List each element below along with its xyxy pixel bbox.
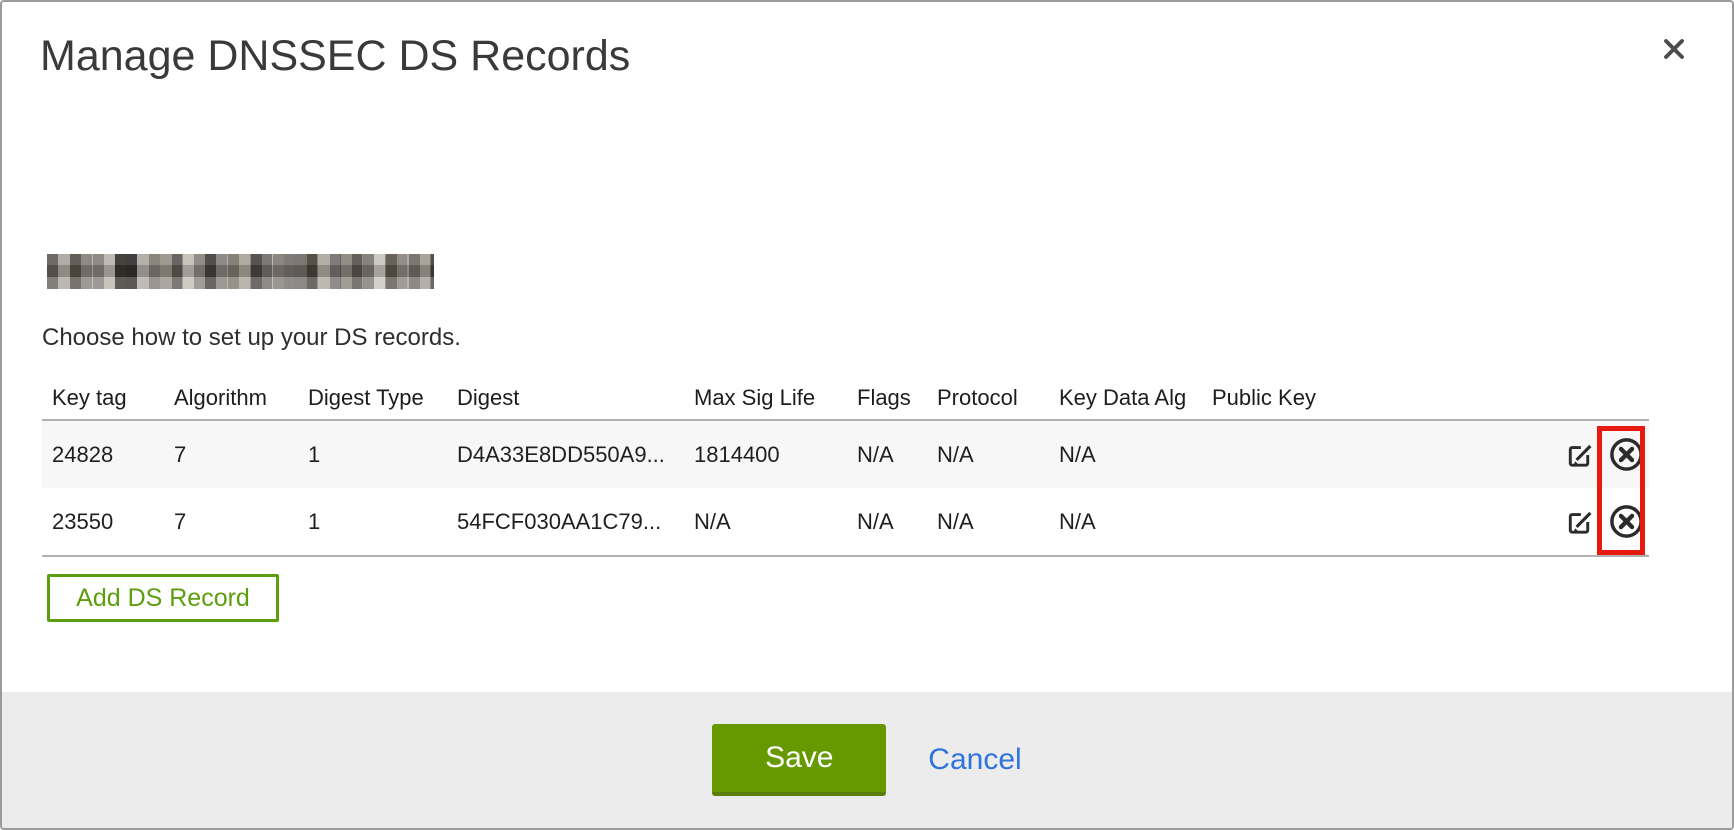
cell-key-tag: 23550 [42, 488, 164, 556]
cell-key-data-alg: N/A [1049, 488, 1202, 556]
col-key-data-alg: Key Data Alg [1049, 370, 1202, 420]
table-row: 24828 7 1 D4A33E8DD550A9... 1814400 N/A … [42, 420, 1649, 488]
cell-protocol: N/A [927, 420, 1049, 488]
cancel-link[interactable]: Cancel [928, 743, 1021, 777]
table-header-row: Key tag Algorithm Digest Type Digest Max… [42, 370, 1649, 420]
cell-algorithm: 7 [164, 420, 298, 488]
save-button[interactable]: Save [712, 724, 886, 796]
col-public-key: Public Key [1202, 370, 1472, 420]
edit-icon[interactable] [1564, 506, 1595, 537]
cell-protocol: N/A [927, 488, 1049, 556]
cell-max-sig-life: 1814400 [684, 420, 847, 488]
modal-footer: Save Cancel [2, 692, 1732, 828]
subtitle: Choose how to set up your DS records. [42, 324, 461, 352]
cell-flags: N/A [847, 420, 927, 488]
redacted-domain-name [47, 254, 434, 289]
cell-digest-type: 1 [298, 488, 447, 556]
col-digest: Digest [447, 370, 684, 420]
col-flags: Flags [847, 370, 927, 420]
cell-digest: 54FCF030AA1C79... [447, 488, 684, 556]
delete-x-circle-icon[interactable] [1608, 436, 1645, 473]
cell-digest: D4A33E8DD550A9... [447, 420, 684, 488]
table-row: 23550 7 1 54FCF030AA1C79... N/A N/A N/A … [42, 488, 1649, 556]
cell-digest-type: 1 [298, 420, 447, 488]
col-digest-type: Digest Type [298, 370, 447, 420]
add-ds-record-button[interactable]: Add DS Record [47, 574, 279, 622]
cell-max-sig-life: N/A [684, 488, 847, 556]
close-icon[interactable] [1654, 29, 1694, 69]
col-actions [1472, 370, 1649, 420]
cell-actions [1472, 420, 1649, 488]
col-protocol: Protocol [927, 370, 1049, 420]
cell-key-data-alg: N/A [1049, 420, 1202, 488]
cell-key-tag: 24828 [42, 420, 164, 488]
manage-dnssec-modal: Manage DNSSEC DS Records Choose how to s… [0, 0, 1734, 830]
cell-public-key [1202, 420, 1472, 488]
edit-icon[interactable] [1564, 439, 1595, 470]
col-algorithm: Algorithm [164, 370, 298, 420]
cell-algorithm: 7 [164, 488, 298, 556]
delete-x-circle-icon[interactable] [1608, 503, 1645, 540]
col-max-sig-life: Max Sig Life [684, 370, 847, 420]
page-title: Manage DNSSEC DS Records [40, 32, 630, 81]
cell-public-key [1202, 488, 1472, 556]
cell-actions [1472, 488, 1649, 556]
ds-records-table: Key tag Algorithm Digest Type Digest Max… [42, 370, 1649, 557]
cell-flags: N/A [847, 488, 927, 556]
col-key-tag: Key tag [42, 370, 164, 420]
